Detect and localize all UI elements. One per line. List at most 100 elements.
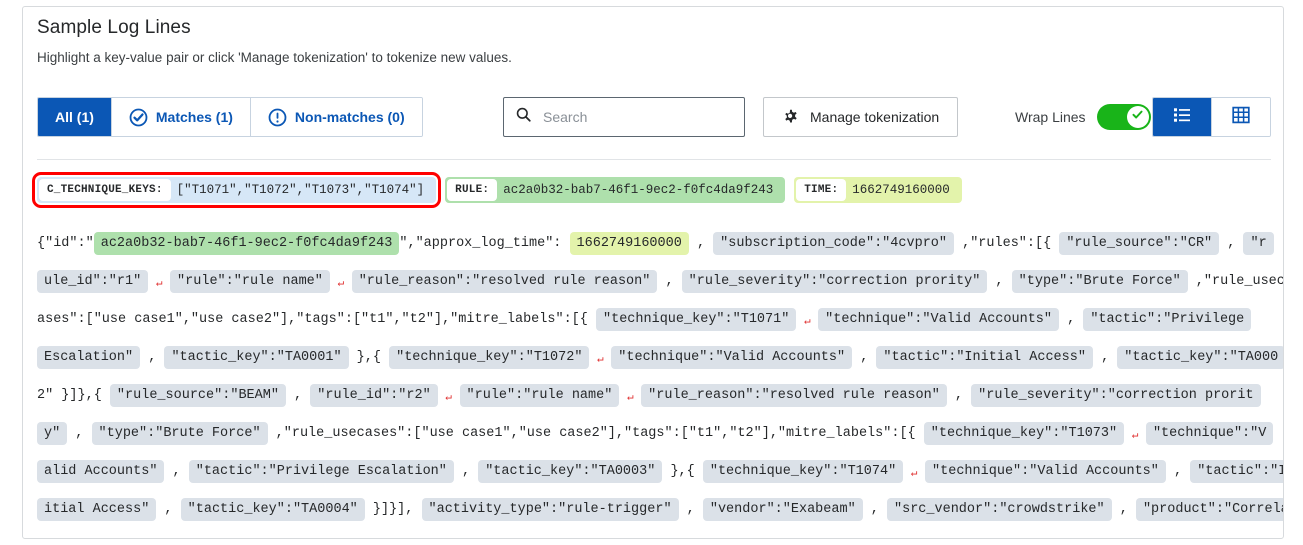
log-text: , bbox=[987, 274, 1012, 289]
manage-tokenization-label: Manage tokenization bbox=[810, 109, 940, 125]
log-line[interactable]: itial Access" , "tactic_key":"TA0004" }]… bbox=[37, 491, 1283, 529]
log-text: ,"rules":[{ bbox=[954, 236, 1060, 251]
log-token[interactable]: "type":"Brute Force" bbox=[91, 422, 268, 445]
token-chip-key: C_TECHNIQUE_KEYS: bbox=[39, 179, 171, 201]
toolbar-divider bbox=[37, 159, 1271, 160]
log-token[interactable]: "tactic_key":"TA0003" bbox=[478, 460, 663, 483]
log-token[interactable]: "subscription_code":"4cvpro" bbox=[713, 232, 954, 255]
log-text: { bbox=[93, 388, 110, 403]
log-text: },{ bbox=[348, 350, 390, 365]
check-icon bbox=[1130, 107, 1145, 127]
token-chip[interactable]: RULE: ac2a0b32-bab7-46f1-9ec2-f0fc4da9f24… bbox=[445, 177, 786, 203]
log-token[interactable]: "tactic_key":"TA0004" bbox=[180, 498, 365, 521]
log-line[interactable]: y" , "type":"Brute Force" ,"rule_usecase… bbox=[37, 415, 1283, 453]
log-token[interactable]: y" bbox=[37, 422, 68, 445]
page-title: Sample Log Lines bbox=[37, 17, 191, 38]
log-token[interactable]: "rule_source":"BEAM" bbox=[109, 384, 286, 407]
log-text: , bbox=[862, 502, 887, 517]
log-token[interactable]: "src_vendor":"crowdstrike" bbox=[887, 498, 1112, 521]
wrap-arrow-icon: ↵ bbox=[797, 316, 818, 328]
log-token[interactable]: "vendor":"Exabeam" bbox=[702, 498, 863, 521]
token-chip[interactable]: C_TECHNIQUE_KEYS: ["T1071","T1072","T1073… bbox=[31, 172, 442, 208]
log-text: , bbox=[285, 388, 311, 403]
filter-tabs: All (1) Matches (1) Non-matches (0) bbox=[37, 97, 423, 137]
log-text: , bbox=[688, 236, 714, 251]
log-line[interactable]: alid Accounts" , "tactic":"Privilege Esc… bbox=[37, 453, 1283, 491]
log-token[interactable]: "tactic_key":"TA0001" bbox=[164, 346, 349, 369]
tab-all[interactable]: All (1) bbox=[38, 98, 112, 136]
log-line[interactable]: ases":["use case1","use case2"],"tags":[… bbox=[37, 301, 1283, 339]
table-view-button[interactable] bbox=[1212, 98, 1270, 136]
log-token[interactable]: "technique_key":"T1074" bbox=[702, 460, 904, 483]
toggle-knob bbox=[1126, 106, 1149, 128]
check-circle-icon bbox=[129, 108, 148, 127]
search-box[interactable] bbox=[503, 97, 745, 137]
list-view-button[interactable] bbox=[1153, 98, 1212, 136]
grid-icon bbox=[1230, 104, 1252, 131]
wrap-arrow-icon: ↵ bbox=[904, 468, 925, 480]
token-chip[interactable]: TIME: 1662749160000 bbox=[794, 177, 962, 203]
log-token[interactable]: "rule_id":"r2" bbox=[310, 384, 438, 407]
log-token[interactable]: "tactic":"Privilege Escalation" bbox=[188, 460, 454, 483]
log-token[interactable]: "technique":"Valid Accounts" bbox=[611, 346, 853, 369]
log-token[interactable]: "tactic_key":"TA000 bbox=[1117, 346, 1283, 369]
log-token[interactable]: "product":"Correlat bbox=[1135, 498, 1283, 521]
log-token[interactable]: itial Access" bbox=[37, 498, 157, 521]
log-token[interactable]: "technique":"V bbox=[1145, 422, 1274, 445]
log-text: ","approx_log_time": bbox=[399, 236, 570, 251]
log-token[interactable]: "rule_source":"CR" bbox=[1059, 232, 1220, 255]
log-line[interactable]: 2" }]},{ "rule_source":"BEAM" , "rule_id… bbox=[37, 377, 1283, 415]
log-token[interactable]: "rule":"rule name" bbox=[170, 270, 330, 293]
log-token[interactable]: "technique":"Valid Accounts" bbox=[818, 308, 1060, 331]
sample-log-lines-card: Sample Log Lines Highlight a key-value p… bbox=[22, 6, 1284, 539]
log-token[interactable]: "rule_reason":"resolved rule reason" bbox=[641, 384, 947, 407]
tab-non-matches-label: Non-matches (0) bbox=[294, 109, 405, 125]
toolbar: All (1) Matches (1) Non-matches (0) Sear… bbox=[37, 97, 1271, 139]
wrap-arrow-icon: ↵ bbox=[438, 392, 459, 404]
wrap-lines-toggle[interactable] bbox=[1096, 104, 1151, 130]
wrap-arrow-icon: ↵ bbox=[590, 354, 611, 366]
log-token[interactable]: "rule_severity":"correction prority" bbox=[681, 270, 988, 293]
log-token[interactable]: "technique_key":"T1072" bbox=[389, 346, 590, 369]
log-token[interactable]: Escalation" bbox=[37, 346, 141, 369]
log-text: }]}], bbox=[364, 502, 422, 517]
tab-non-matches[interactable]: Non-matches (0) bbox=[250, 98, 422, 136]
log-token[interactable]: "tactic":"Initial Access" bbox=[876, 346, 1093, 369]
log-text: , bbox=[1059, 312, 1084, 327]
log-token[interactable]: "r bbox=[1243, 232, 1274, 255]
log-token[interactable]: "rule_severity":"correction prorit bbox=[971, 384, 1261, 407]
log-token[interactable]: "technique":"Valid Accounts" bbox=[925, 460, 1166, 483]
token-chip-key: TIME: bbox=[796, 179, 847, 201]
tab-matches[interactable]: Matches (1) bbox=[111, 98, 251, 136]
log-token[interactable]: "rule_reason":"resolved rule reason" bbox=[351, 270, 658, 293]
log-token[interactable]: ule_id":"r1" bbox=[37, 270, 149, 293]
log-text: , bbox=[678, 502, 703, 517]
manage-tokenization-button[interactable]: Manage tokenization bbox=[763, 97, 959, 137]
log-token[interactable]: "activity_type":"rule-trigger" bbox=[421, 498, 679, 521]
tab-matches-label: Matches (1) bbox=[155, 109, 233, 125]
log-token[interactable]: "technique_key":"T1071" bbox=[596, 308, 797, 331]
log-text: , bbox=[453, 464, 479, 479]
wrap-arrow-icon: ↵ bbox=[620, 392, 641, 404]
log-line[interactable]: {"id":" ac2a0b32-bab7-46f1-9ec2-f0fc4da9f… bbox=[37, 225, 1283, 263]
page-subtitle: Highlight a key-value pair or click 'Man… bbox=[37, 50, 512, 65]
token-chip-value: ["T1071","T1072","T1073","T1074"] bbox=[176, 183, 425, 197]
log-token[interactable]: 1662749160000 bbox=[569, 232, 689, 255]
log-token[interactable]: "technique_key":"T1073" bbox=[923, 422, 1125, 445]
search-input[interactable] bbox=[541, 108, 730, 126]
log-line[interactable]: ule_id":"r1" ↵ "rule":"rule name" ↵ "rul… bbox=[37, 263, 1284, 301]
log-text: ,"rule_usec bbox=[1187, 274, 1284, 289]
search-icon bbox=[515, 106, 532, 128]
log-token[interactable]: ac2a0b32-bab7-46f1-9ec2-f0fc4da9f243 bbox=[93, 232, 400, 255]
wrap-lines-group: Wrap Lines bbox=[1015, 97, 1151, 137]
log-text: , bbox=[140, 350, 165, 365]
log-content[interactable]: {"id":" ac2a0b32-bab7-46f1-9ec2-f0fc4da9f… bbox=[37, 225, 1284, 529]
log-token[interactable]: "tactic":"Privilege bbox=[1083, 308, 1252, 331]
log-token[interactable]: "tactic":"In bbox=[1190, 460, 1283, 483]
log-token[interactable]: alid Accounts" bbox=[37, 460, 165, 483]
wrap-lines-label: Wrap Lines bbox=[1015, 109, 1086, 125]
log-token[interactable]: "rule":"rule name" bbox=[459, 384, 620, 407]
log-token[interactable]: "type":"Brute Force" bbox=[1011, 270, 1188, 293]
token-chip-value: 1662749160000 bbox=[852, 183, 950, 197]
log-line[interactable]: Escalation" , "tactic_key":"TA0001" },{ … bbox=[37, 339, 1283, 377]
